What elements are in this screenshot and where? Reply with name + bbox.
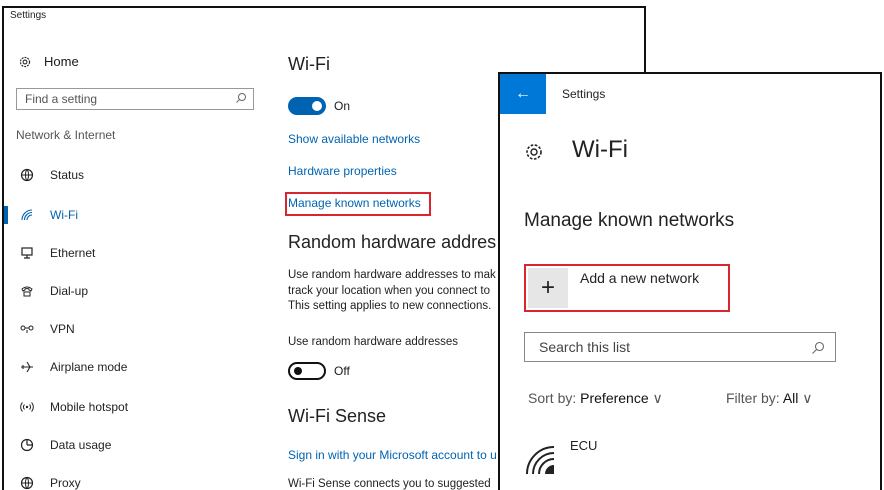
wifi-toggle-label: On [334, 99, 351, 113]
random-hw-heading: Random hardware addres [288, 232, 497, 252]
sidebar-item-vpn[interactable]: VPN [18, 320, 75, 338]
sidebar-item-hotspot[interactable]: Mobile hotspot [18, 398, 128, 416]
sort-value: Preference [580, 390, 649, 406]
vpn-icon [18, 321, 36, 337]
random-hw-toggle[interactable] [288, 362, 326, 380]
sidebar-item-label: VPN [50, 322, 75, 336]
data-usage-icon [18, 437, 36, 453]
sidebar-item-label: Airplane mode [50, 360, 128, 374]
find-setting-input[interactable]: Find a setting [16, 88, 254, 110]
description-line: This setting applies to new connections. [288, 300, 492, 312]
search-list-input[interactable]: Search this list [524, 332, 836, 362]
title-bar: ← Settings [500, 74, 880, 114]
hotspot-icon [18, 399, 36, 415]
sidebar-item-ethernet[interactable]: Ethernet [18, 244, 95, 262]
wifi-toggle[interactable] [288, 97, 326, 115]
sidebar-item-label: Dial-up [50, 284, 89, 298]
sidebar-item-label: Status [50, 168, 85, 182]
settings-window-front: ← Settings Wi-Fi Manage known networks +… [498, 72, 882, 490]
sidebar-item-label: Mobile hotspot [50, 400, 129, 414]
manage-known-networks-link[interactable]: Manage known networks [288, 196, 421, 210]
ethernet-icon [18, 245, 36, 261]
globe-icon [18, 475, 36, 490]
globe-icon [18, 167, 36, 183]
sidebar-home-label: Home [44, 54, 79, 69]
wifi-signal-icon [526, 446, 555, 475]
sidebar-section-label: Network & Internet [16, 128, 116, 142]
wifi-sense-signin-link[interactable]: Sign in with your Microsoft account to u [288, 448, 497, 462]
wifi-icon [18, 207, 36, 223]
random-hw-toggle-caption: Use random hardware addresses [288, 336, 459, 348]
sidebar-item-dialup[interactable]: Dial-up [18, 282, 88, 300]
hardware-properties-link[interactable]: Hardware properties [288, 164, 397, 178]
wifi-sense-description: Wi-Fi Sense connects you to suggested [288, 478, 491, 490]
back-arrow-icon: ← [515, 85, 531, 102]
sidebar-item-label: Data usage [50, 438, 112, 452]
window-title: Settings [562, 87, 606, 101]
sidebar-item-airplane[interactable]: Airplane mode [18, 358, 127, 376]
find-setting-placeholder: Find a setting [25, 92, 98, 106]
search-icon [236, 93, 246, 103]
search-icon [812, 341, 825, 354]
wifi-sense-heading: Wi-Fi Sense [288, 406, 387, 426]
page-title: Wi-Fi [288, 54, 330, 74]
sidebar-item-wifi[interactable]: Wi-Fi [18, 206, 78, 224]
plus-icon: + [528, 268, 568, 308]
random-hw-description: Use random hardware addresses to mak tra… [288, 268, 496, 315]
network-name[interactable]: ECU [570, 438, 597, 453]
active-indicator [4, 206, 8, 224]
description-line: Use random hardware addresses to mak [288, 269, 496, 281]
sidebar-item-label: Wi-Fi [50, 208, 78, 222]
window-title: Settings [10, 10, 47, 21]
section-heading: Manage known networks [524, 210, 735, 231]
airplane-icon [18, 359, 36, 375]
description-line: track your location when you connect to [288, 284, 491, 297]
sidebar-item-data-usage[interactable]: Data usage [18, 436, 111, 454]
page-title: Wi-Fi [572, 136, 628, 163]
add-network-label: Add a new network [580, 270, 700, 286]
chevron-down-icon: ∨ [652, 390, 663, 406]
filter-dropdown[interactable]: Filter by: All ∨ [726, 390, 813, 407]
sidebar-item-status[interactable]: Status [18, 166, 84, 184]
chevron-down-icon: ∨ [802, 390, 813, 406]
random-hw-toggle-label: Off [334, 364, 350, 378]
sort-prefix: Sort by: [528, 390, 577, 406]
back-button[interactable]: ← [500, 74, 546, 114]
search-list-placeholder: Search this list [539, 339, 631, 355]
sort-dropdown[interactable]: Sort by: Preference ∨ [528, 390, 663, 407]
add-network-button[interactable]: + Add a new network [524, 264, 730, 312]
sidebar-home[interactable]: Home [18, 54, 79, 69]
filter-value: All [782, 390, 799, 406]
sidebar-item-proxy[interactable]: Proxy [18, 474, 81, 490]
sidebar-item-label: Ethernet [50, 246, 96, 260]
phone-icon [18, 283, 36, 299]
show-networks-link[interactable]: Show available networks [288, 132, 420, 146]
filter-prefix: Filter by: [726, 390, 780, 406]
gear-icon [526, 144, 542, 160]
gear-icon [19, 56, 31, 67]
sidebar-item-label: Proxy [50, 476, 81, 490]
